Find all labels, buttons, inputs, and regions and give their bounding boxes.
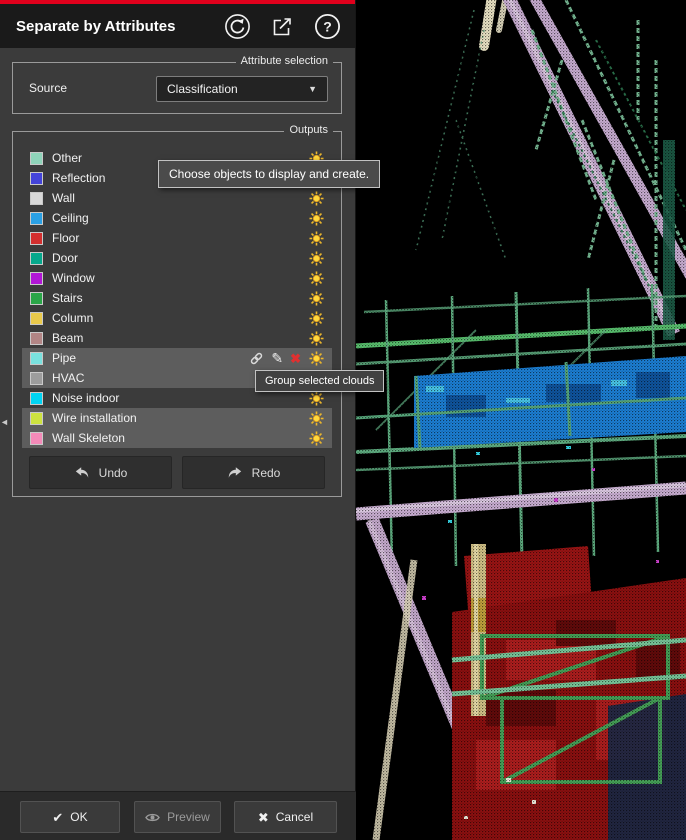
edit-icon[interactable]: ✎ [271,351,283,365]
color-swatch[interactable] [30,392,43,405]
output-label: Door [52,251,309,265]
preview-button[interactable]: Preview [134,801,221,833]
svg-text:?: ? [323,18,332,34]
export-icon[interactable] [269,13,296,40]
output-label: Window [52,271,309,285]
output-row[interactable]: Wall Skeleton [22,428,332,448]
color-swatch[interactable] [30,432,43,445]
eye-icon [145,812,160,823]
separate-by-attributes-window: Separate by Attributes ? Attribute selec… [0,0,686,840]
outputs-label: Outputs [284,124,333,136]
output-label: Stairs [52,291,309,305]
output-row[interactable]: Door [22,248,332,268]
visibility-sun-icon[interactable] [309,311,324,326]
color-swatch[interactable] [30,412,43,425]
visibility-sun-icon[interactable] [309,231,324,246]
visibility-sun-icon[interactable] [309,431,324,446]
chevron-down-icon: ▼ [308,84,317,94]
color-swatch[interactable] [30,332,43,345]
undo-label: Undo [99,466,128,480]
panel-collapse-handle[interactable]: ◄ [0,413,10,431]
visibility-sun-icon[interactable] [309,391,324,406]
ok-label: OK [70,810,87,824]
output-label: Floor [52,231,309,245]
attribute-selection-label: Attribute selection [236,55,333,67]
output-row[interactable]: Floor [22,228,332,248]
color-swatch[interactable] [30,192,43,205]
preview-label: Preview [167,810,210,824]
visibility-sun-icon[interactable] [309,251,324,266]
visibility-sun-icon[interactable] [309,191,324,206]
output-label: Wall [52,191,309,205]
visibility-sun-icon[interactable] [309,211,324,226]
visibility-sun-icon[interactable] [309,291,324,306]
color-swatch[interactable] [30,352,43,365]
output-label: Column [52,311,309,325]
outputs-list: Other Reflection [22,148,332,448]
color-swatch[interactable] [30,312,43,325]
output-row[interactable]: Wall [22,188,332,208]
tooltip-display-create: Choose objects to display and create. [158,160,380,188]
output-row[interactable]: Window [22,268,332,288]
undo-redo-row: Undo Redo [29,456,325,489]
link-icon[interactable] [249,351,264,366]
output-row[interactable]: Ceiling [22,208,332,228]
separate-by-attributes-panel: Separate by Attributes ? Attribute selec… [0,0,356,840]
dropdown-value: Classification [167,82,238,96]
cancel-button[interactable]: ✖ Cancel [234,801,337,833]
color-swatch[interactable] [30,372,43,385]
source-label: Source [29,81,67,95]
row-tools: ✎ ✖ [249,351,301,366]
output-label: Wire installation [52,411,309,425]
viewport-3d[interactable] [356,0,686,840]
visibility-sun-icon[interactable] [309,411,324,426]
tooltip-group-clouds: Group selected clouds [255,370,384,392]
reset-view-icon[interactable] [224,13,251,40]
color-swatch[interactable] [30,272,43,285]
output-row[interactable]: Pipe ✎ ✖ [22,348,332,368]
undo-button[interactable]: Undo [29,456,172,489]
output-row[interactable]: Stairs [22,288,332,308]
output-label: Noise indoor [52,391,309,405]
visibility-sun-icon[interactable] [309,331,324,346]
classification-dropdown[interactable]: Classification ▼ [156,76,328,102]
output-label: Beam [52,331,309,345]
output-row[interactable]: Column [22,308,332,328]
color-swatch[interactable] [30,172,43,185]
color-swatch[interactable] [30,212,43,225]
color-swatch[interactable] [30,252,43,265]
color-swatch[interactable] [30,292,43,305]
footer-bar: ✔ OK Preview ✖ Cancel [0,791,356,840]
undo-arrow-icon [74,466,90,480]
page-title: Separate by Attributes [16,18,224,35]
visibility-sun-icon[interactable] [309,271,324,286]
output-label: Wall Skeleton [52,431,309,445]
delete-icon[interactable]: ✖ [290,352,301,365]
visibility-sun-icon[interactable] [309,351,324,366]
check-icon: ✔ [52,811,63,824]
cancel-label: Cancel [276,810,313,824]
point-cloud-scene [356,0,686,840]
ok-button[interactable]: ✔ OK [20,801,120,833]
output-label: Ceiling [52,211,309,225]
output-label: Pipe [52,351,249,365]
redo-button[interactable]: Redo [182,456,325,489]
help-icon[interactable]: ? [314,13,341,40]
redo-label: Redo [252,466,281,480]
output-row[interactable]: Beam [22,328,332,348]
close-icon: ✖ [258,811,269,824]
color-swatch[interactable] [30,232,43,245]
color-swatch[interactable] [30,152,43,165]
output-row[interactable]: Wire installation [22,408,332,428]
attribute-selection-group: Attribute selection Source Classificatio… [12,62,342,114]
redo-arrow-icon [227,466,243,480]
titlebar: Separate by Attributes ? [0,0,355,48]
